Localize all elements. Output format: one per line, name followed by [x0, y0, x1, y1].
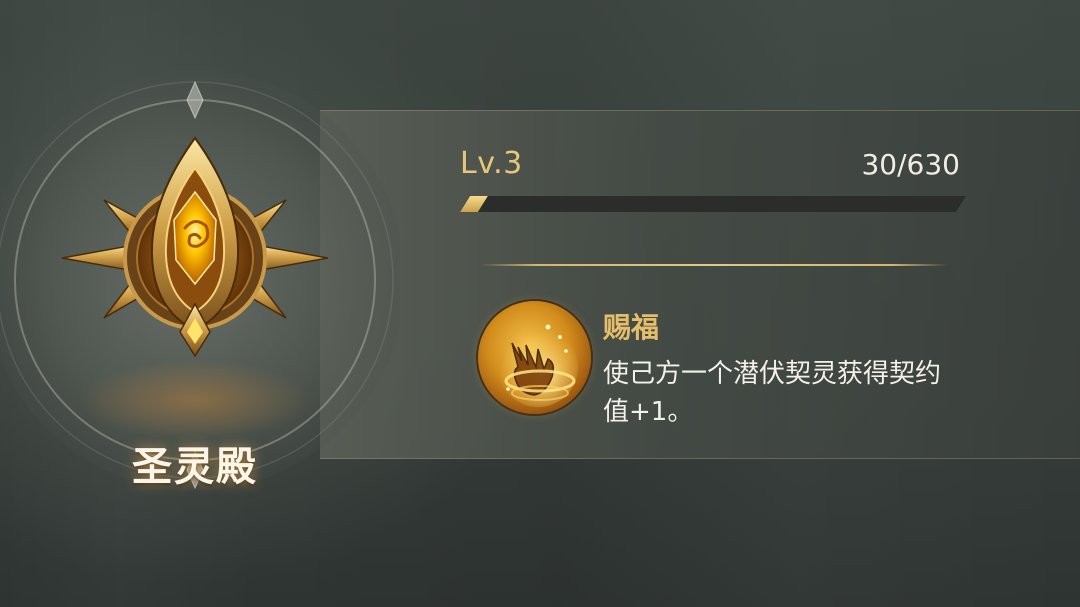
skill-description: 使己方一个潜伏契灵获得契约值+1。: [603, 359, 942, 427]
emblem: 圣灵殿: [0, 60, 400, 510]
xp-progress-bar: [460, 196, 966, 212]
building-name: 圣灵殿: [132, 444, 258, 490]
gold-divider: [480, 264, 948, 266]
skill-name: 赐福: [603, 311, 660, 344]
blessing-hand-icon[interactable]: [478, 301, 591, 414]
level-label: Lv.3: [460, 146, 523, 181]
xp-readout: 30/630: [861, 148, 960, 181]
